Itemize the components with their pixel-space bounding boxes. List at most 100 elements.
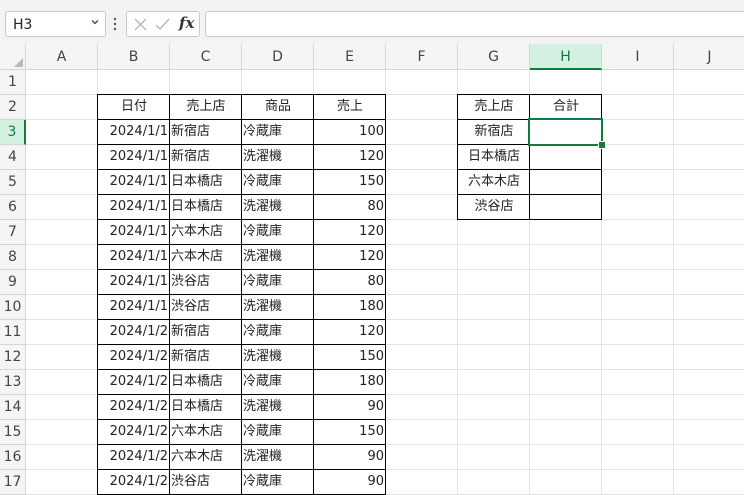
sales-data-cell[interactable]: 2024/1/2 [98, 420, 170, 445]
sales-data-cell[interactable]: 新宿店 [170, 320, 242, 345]
insert-function-icon[interactable]: fx [179, 14, 194, 32]
sales-data-cell[interactable]: 80 [314, 270, 386, 295]
sales-data-cell[interactable]: 2024/1/2 [98, 345, 170, 370]
summary-store-cell[interactable]: 六本木店 [458, 170, 530, 195]
row-header-15[interactable]: 15 [0, 420, 26, 445]
sales-data-cell[interactable]: 渋谷店 [170, 295, 242, 320]
sales-data-cell[interactable]: 洗濯機 [242, 145, 314, 170]
sales-data-cell[interactable]: 冷蔵庫 [242, 120, 314, 145]
row-header-5[interactable]: 5 [0, 170, 26, 195]
sales-data-cell[interactable]: 150 [314, 345, 386, 370]
summary-store-cell[interactable]: 日本橋店 [458, 145, 530, 170]
sales-data-cell[interactable]: 冷蔵庫 [242, 420, 314, 445]
row-header-10[interactable]: 10 [0, 295, 26, 320]
column-header-h[interactable]: H [530, 44, 602, 70]
sales-data-cell[interactable]: 80 [314, 195, 386, 220]
row-header-8[interactable]: 8 [0, 245, 26, 270]
sales-data-cell[interactable]: 90 [314, 395, 386, 420]
column-header-e[interactable]: E [314, 44, 386, 70]
row-header-11[interactable]: 11 [0, 320, 26, 345]
sales-data-cell[interactable]: 冷蔵庫 [242, 470, 314, 495]
summary-store-cell[interactable]: 渋谷店 [458, 195, 530, 220]
sales-header-cell[interactable]: 商品 [242, 95, 314, 120]
row-header-17[interactable]: 17 [0, 470, 26, 495]
sales-data-cell[interactable]: 2024/1/2 [98, 470, 170, 495]
column-header-a[interactable]: A [26, 44, 98, 70]
row-header-4[interactable]: 4 [0, 145, 26, 170]
sales-data-cell[interactable]: 洗濯機 [242, 345, 314, 370]
sales-data-cell[interactable]: 2024/1/2 [98, 370, 170, 395]
column-header-f[interactable]: F [386, 44, 458, 70]
column-header-c[interactable]: C [170, 44, 242, 70]
summary-total-cell[interactable] [530, 145, 602, 170]
summary-header-cell[interactable]: 合計 [530, 95, 602, 120]
row-header-6[interactable]: 6 [0, 195, 26, 220]
sales-data-cell[interactable]: 2024/1/1 [98, 195, 170, 220]
sales-data-cell[interactable]: 日本橋店 [170, 170, 242, 195]
formula-input[interactable] [205, 11, 744, 37]
sales-data-cell[interactable]: 新宿店 [170, 145, 242, 170]
sales-data-cell[interactable]: 渋谷店 [170, 270, 242, 295]
sales-data-cell[interactable]: 六本木店 [170, 220, 242, 245]
sales-data-cell[interactable]: 150 [314, 170, 386, 195]
summary-store-cell[interactable]: 新宿店 [458, 120, 530, 145]
sales-header-cell[interactable]: 売上 [314, 95, 386, 120]
spreadsheet-grid[interactable]: A B C D E F G H I J 1 2 3 4 5 6 7 8 9 10 11 12 13 14 15 16 17 日付 売上店… [0, 44, 744, 495]
sales-data-cell[interactable]: 洗濯機 [242, 395, 314, 420]
close-icon[interactable] [134, 18, 147, 31]
sales-data-cell[interactable]: 2024/1/1 [98, 245, 170, 270]
sales-data-cell[interactable]: 洗濯機 [242, 445, 314, 470]
sales-data-cell[interactable]: 2024/1/1 [98, 120, 170, 145]
sales-data-cell[interactable]: 冷蔵庫 [242, 170, 314, 195]
sales-data-cell[interactable]: 90 [314, 470, 386, 495]
row-header-1[interactable]: 1 [0, 70, 26, 95]
column-header-i[interactable]: I [602, 44, 674, 70]
column-header-b[interactable]: B [98, 44, 170, 70]
sales-data-cell[interactable]: 90 [314, 445, 386, 470]
sales-data-cell[interactable]: 冷蔵庫 [242, 220, 314, 245]
sales-data-cell[interactable]: 120 [314, 145, 386, 170]
chevron-down-icon[interactable] [91, 18, 99, 26]
more-options-icon[interactable] [112, 15, 118, 33]
sales-data-cell[interactable]: 120 [314, 320, 386, 345]
sales-data-cell[interactable]: 洗濯機 [242, 295, 314, 320]
sales-data-cell[interactable]: 150 [314, 420, 386, 445]
row-header-2[interactable]: 2 [0, 95, 26, 120]
select-all-corner[interactable] [0, 44, 26, 70]
column-header-d[interactable]: D [242, 44, 314, 70]
summary-total-cell[interactable] [530, 195, 602, 220]
sales-data-cell[interactable]: 2024/1/1 [98, 295, 170, 320]
sales-data-cell[interactable]: 日本橋店 [170, 195, 242, 220]
sales-data-cell[interactable]: 冷蔵庫 [242, 370, 314, 395]
sales-data-cell[interactable]: 2024/1/1 [98, 145, 170, 170]
sales-data-cell[interactable]: 新宿店 [170, 120, 242, 145]
row-header-12[interactable]: 12 [0, 345, 26, 370]
row-header-7[interactable]: 7 [0, 220, 26, 245]
row-header-3[interactable]: 3 [0, 120, 26, 145]
sales-data-cell[interactable]: 洗濯機 [242, 245, 314, 270]
sales-data-cell[interactable]: 新宿店 [170, 345, 242, 370]
sales-data-cell[interactable]: 日本橋店 [170, 370, 242, 395]
sales-data-cell[interactable]: 六本木店 [170, 445, 242, 470]
sales-header-cell[interactable]: 日付 [98, 95, 170, 120]
sales-data-cell[interactable]: 冷蔵庫 [242, 270, 314, 295]
sales-data-cell[interactable]: 2024/1/2 [98, 395, 170, 420]
sales-data-cell[interactable]: 2024/1/2 [98, 320, 170, 345]
sales-data-cell[interactable]: 2024/1/2 [98, 445, 170, 470]
sales-data-cell[interactable]: 冷蔵庫 [242, 320, 314, 345]
sales-data-cell[interactable]: 洗濯機 [242, 195, 314, 220]
sales-data-cell[interactable]: 120 [314, 245, 386, 270]
sales-data-cell[interactable]: 180 [314, 295, 386, 320]
row-header-9[interactable]: 9 [0, 270, 26, 295]
sales-data-cell[interactable]: 2024/1/1 [98, 220, 170, 245]
summary-total-cell[interactable] [530, 170, 602, 195]
sales-data-cell[interactable]: 2024/1/1 [98, 270, 170, 295]
sales-data-cell[interactable]: 180 [314, 370, 386, 395]
column-header-j[interactable]: J [674, 44, 744, 70]
row-header-13[interactable]: 13 [0, 370, 26, 395]
sales-header-cell[interactable]: 売上店 [170, 95, 242, 120]
summary-header-cell[interactable]: 売上店 [458, 95, 530, 120]
fill-handle[interactable] [598, 141, 606, 149]
sales-data-cell[interactable]: 渋谷店 [170, 470, 242, 495]
row-header-16[interactable]: 16 [0, 445, 26, 470]
